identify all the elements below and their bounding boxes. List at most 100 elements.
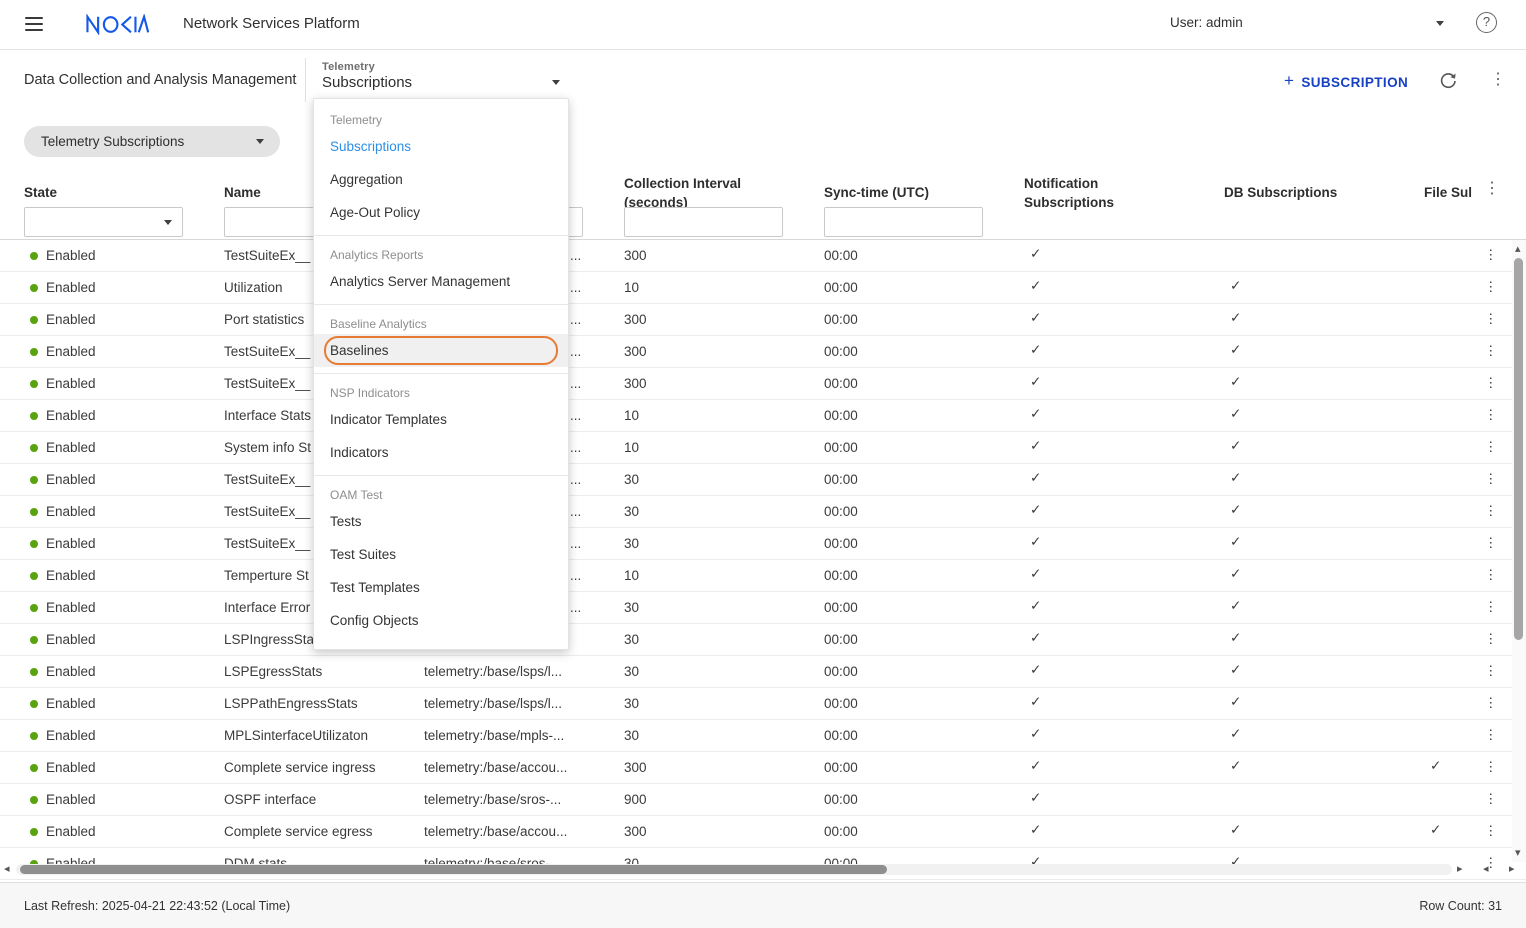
column-header-db-subscriptions[interactable]: DB Subscriptions — [1224, 183, 1337, 202]
cell-sync-time: 00:00 — [824, 792, 858, 807]
table-row[interactable]: EnabledMPLSinterfaceUtilizatontelemetry:… — [0, 720, 1526, 752]
horizontal-scrollbar-thumb[interactable] — [20, 865, 887, 874]
sync-time-filter-input[interactable] — [824, 207, 983, 237]
table-row[interactable]: EnabledTestSuiteEx__...30000:00✓⋮ — [0, 240, 1526, 272]
table-row[interactable]: EnabledInterface Stats...1000:00✓✓⋮ — [0, 400, 1526, 432]
menu-item-baselines[interactable]: Baselines — [314, 334, 568, 367]
table-row[interactable]: EnabledComplete service ingresstelemetry… — [0, 752, 1526, 784]
vertical-scrollbar[interactable]: ▴ ▾ — [1512, 240, 1526, 862]
row-actions-kebab-icon[interactable]: ⋮ — [1484, 823, 1498, 839]
state-enabled-dot-icon — [30, 252, 38, 260]
table-row[interactable]: EnabledLSPEgressStatstelemetry:/base/lsp… — [0, 656, 1526, 688]
row-actions-kebab-icon[interactable]: ⋮ — [1484, 471, 1498, 487]
cell-collection-interval: 900 — [624, 792, 647, 807]
row-actions-kebab-icon[interactable]: ⋮ — [1484, 343, 1498, 359]
cell-sync-time: 00:00 — [824, 440, 858, 455]
status-bar: Last Refresh: 2025-04-21 22:43:52 (Local… — [0, 882, 1526, 928]
menu-item-tests[interactable]: Tests — [314, 505, 568, 538]
column-header-notification-subscriptions[interactable]: Notification Subscriptions — [1024, 174, 1139, 212]
row-actions-kebab-icon[interactable]: ⋮ — [1484, 375, 1498, 391]
row-actions-kebab-icon[interactable]: ⋮ — [1484, 503, 1498, 519]
table-row[interactable]: EnabledTestSuiteEx__...3000:00✓✓⋮ — [0, 464, 1526, 496]
column-header-state[interactable]: State — [24, 183, 57, 202]
view-selector-label: Telemetry — [322, 61, 572, 73]
table-row[interactable]: EnabledTestSuiteEx__...30000:00✓✓⋮ — [0, 336, 1526, 368]
cell-state: Enabled — [46, 312, 96, 327]
row-actions-kebab-icon[interactable]: ⋮ — [1484, 535, 1498, 551]
row-actions-kebab-icon[interactable]: ⋮ — [1484, 567, 1498, 583]
column-page-right-icon[interactable]: ▸ — [1509, 864, 1515, 875]
table-row[interactable]: EnabledInterface Error...3000:00✓✓⋮ — [0, 592, 1526, 624]
table-row[interactable]: EnabledLSPIngressStatstelemetry:/base/ls… — [0, 624, 1526, 656]
column-header-name[interactable]: Name — [224, 183, 261, 202]
row-actions-kebab-icon[interactable]: ⋮ — [1484, 279, 1498, 295]
row-actions-kebab-icon[interactable]: ⋮ — [1484, 631, 1498, 647]
menu-item-age-out-policy[interactable]: Age-Out Policy — [314, 196, 568, 229]
notification-check-icon: ✓ — [1030, 342, 1041, 358]
table-row[interactable]: EnabledPort statistics...30000:00✓✓⋮ — [0, 304, 1526, 336]
scroll-down-icon[interactable]: ▾ — [1515, 848, 1521, 859]
notification-check-icon: ✓ — [1030, 822, 1041, 838]
cell-collection-interval: 30 — [624, 504, 639, 519]
table-row[interactable]: EnabledComplete service egresstelemetry:… — [0, 816, 1526, 848]
horizontal-scrollbar[interactable]: ◂ ▸ ◂ ▸ — [0, 861, 1526, 878]
row-actions-kebab-icon[interactable]: ⋮ — [1484, 247, 1498, 263]
scroll-right-icon[interactable]: ▸ — [1457, 864, 1463, 875]
row-actions-kebab-icon[interactable]: ⋮ — [1484, 791, 1498, 807]
table-row[interactable]: EnabledLSPPathEngressStatstelemetry:/bas… — [0, 688, 1526, 720]
scroll-up-icon[interactable]: ▴ — [1515, 244, 1521, 255]
telemetry-subscriptions-chip[interactable]: Telemetry Subscriptions — [24, 126, 280, 157]
cell-state: Enabled — [46, 568, 96, 583]
add-subscription-button[interactable]: + SUBSCRIPTION — [1284, 72, 1408, 92]
collection-interval-filter-input[interactable] — [624, 207, 783, 237]
column-page-left-icon[interactable]: ◂ — [1483, 864, 1489, 875]
menu-item-analytics-server-management[interactable]: Analytics Server Management — [314, 265, 568, 298]
row-actions-kebab-icon[interactable]: ⋮ — [1484, 663, 1498, 679]
menu-item-aggregation[interactable]: Aggregation — [314, 163, 568, 196]
table-row[interactable]: EnabledTestSuiteEx__...30000:00✓✓⋮ — [0, 368, 1526, 400]
row-actions-kebab-icon[interactable]: ⋮ — [1484, 695, 1498, 711]
help-icon[interactable]: ? — [1476, 12, 1497, 33]
table-row[interactable]: EnabledTestSuiteEx__...3000:00✓✓⋮ — [0, 528, 1526, 560]
scroll-left-icon[interactable]: ◂ — [4, 864, 10, 875]
cell-telemetry-type: telemetry:/base/accou... — [424, 824, 614, 839]
state-enabled-dot-icon — [30, 668, 38, 676]
table-row[interactable]: EnabledTestSuiteEx__...3000:00✓✓⋮ — [0, 496, 1526, 528]
notification-check-icon: ✓ — [1030, 790, 1041, 806]
menu-item-test-templates[interactable]: Test Templates — [314, 571, 568, 604]
row-actions-kebab-icon[interactable]: ⋮ — [1484, 599, 1498, 615]
table-row[interactable]: EnabledSystem info St...1000:00✓✓⋮ — [0, 432, 1526, 464]
cell-sync-time: 00:00 — [824, 600, 858, 615]
state-filter-select[interactable] — [24, 207, 183, 237]
view-selector-value: Subscriptions — [322, 74, 572, 91]
column-header-sync-time[interactable]: Sync-time (UTC) — [824, 183, 929, 202]
row-actions-kebab-icon[interactable]: ⋮ — [1484, 407, 1498, 423]
user-menu-caret-icon[interactable] — [1436, 21, 1444, 26]
menu-item-config-objects[interactable]: Config Objects — [314, 604, 568, 637]
vertical-scrollbar-thumb[interactable] — [1514, 258, 1523, 640]
row-actions-kebab-icon[interactable]: ⋮ — [1484, 311, 1498, 327]
toolbar-kebab-icon[interactable]: ⋮ — [1490, 72, 1506, 88]
menu-item-indicator-templates[interactable]: Indicator Templates — [314, 403, 568, 436]
cell-sync-time: 00:00 — [824, 760, 858, 775]
column-settings-kebab-icon[interactable]: ⋮ — [1484, 181, 1500, 197]
menu-item-test-suites[interactable]: Test Suites — [314, 538, 568, 571]
cell-collection-interval: 30 — [624, 600, 639, 615]
hamburger-menu-icon[interactable] — [25, 17, 43, 31]
db-subscription-check-icon: ✓ — [1230, 758, 1241, 774]
nokia-logo — [85, 14, 149, 40]
cell-name: LSPPathEngressStats — [224, 696, 410, 711]
toolbar-divider — [305, 58, 306, 102]
menu-item-subscriptions[interactable]: Subscriptions — [314, 130, 568, 163]
column-header-file-subscriptions[interactable]: File Sul — [1424, 183, 1476, 202]
refresh-icon[interactable] — [1438, 71, 1458, 96]
state-enabled-dot-icon — [30, 444, 38, 452]
view-selector[interactable]: Telemetry Subscriptions — [322, 61, 572, 101]
row-actions-kebab-icon[interactable]: ⋮ — [1484, 439, 1498, 455]
table-row[interactable]: EnabledOSPF interfacetelemetry:/base/sro… — [0, 784, 1526, 816]
menu-item-indicators[interactable]: Indicators — [314, 436, 568, 469]
table-row[interactable]: EnabledUtilization...1000:00✓✓⋮ — [0, 272, 1526, 304]
row-actions-kebab-icon[interactable]: ⋮ — [1484, 759, 1498, 775]
row-actions-kebab-icon[interactable]: ⋮ — [1484, 727, 1498, 743]
table-row[interactable]: EnabledTemperture St...1000:00✓✓⋮ — [0, 560, 1526, 592]
